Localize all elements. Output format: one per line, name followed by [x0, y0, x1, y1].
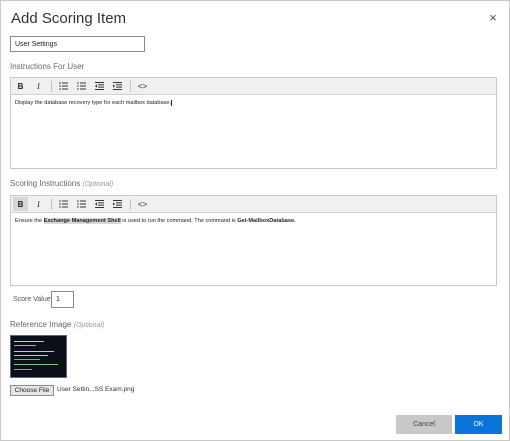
bold-button[interactable]: B — [13, 197, 28, 211]
scoring-instructions-label-text: Scoring Instructions — [10, 179, 81, 188]
thumbnail-line — [14, 351, 54, 352]
highlighted-term: Exchange Management Shell — [43, 218, 121, 224]
outdent-button[interactable] — [92, 197, 107, 211]
thumbnail-line — [14, 369, 32, 370]
indent-icon — [113, 82, 122, 90]
user-instructions-editor: B I <> Display the database recovery typ… — [10, 77, 497, 169]
indent-button[interactable] — [110, 197, 125, 211]
reference-image-thumbnail[interactable] — [10, 335, 67, 378]
thumbnail-line — [14, 359, 40, 360]
bulleted-list-button[interactable] — [56, 79, 71, 93]
user-instructions-text-area[interactable]: Display the database recovery type for e… — [11, 95, 496, 111]
scoring-instructions-toolbar: B I <> — [11, 196, 496, 213]
add-scoring-item-dialog: Add Scoring Item × Instructions For User… — [0, 0, 510, 441]
code-button[interactable]: <> — [135, 79, 150, 93]
toolbar-divider — [51, 80, 52, 92]
reference-image-label-text: Reference Image — [10, 320, 72, 329]
scoring-instructions-label: Scoring Instructions (Optional) — [10, 179, 113, 188]
indent-icon — [113, 200, 122, 208]
scoring-text-middle: is used to run the command. The command … — [120, 218, 238, 224]
close-icon[interactable]: × — [486, 11, 500, 25]
outdent-icon — [95, 200, 104, 208]
score-value-label: Score Value — [13, 296, 51, 303]
bulleted-list-icon — [59, 82, 68, 90]
numbered-list-icon — [77, 82, 86, 90]
choose-file-button[interactable]: Choose File — [10, 385, 54, 396]
reference-image-label: Reference Image (Optional) — [10, 320, 104, 329]
thumbnail-line — [14, 341, 44, 342]
numbered-list-icon — [77, 200, 86, 208]
code-button[interactable]: <> — [135, 197, 150, 211]
scoring-instructions-text-area[interactable]: Ensure the Exchange Management Shell is … — [11, 213, 496, 229]
user-instructions-label-text: Instructions For User — [10, 62, 85, 71]
text-caret — [171, 99, 173, 106]
indent-button[interactable] — [110, 79, 125, 93]
optional-tag: (Optional) — [73, 322, 105, 329]
bold-button[interactable]: B — [13, 79, 28, 93]
selected-file-name: User Settin...SS Exam.png — [57, 386, 135, 393]
outdent-icon — [95, 82, 104, 90]
scoring-instructions-editor: B I <> Ensure the Exchange Management Sh… — [10, 195, 497, 286]
user-instructions-text: Display the database recovery type for e… — [15, 100, 172, 106]
italic-button[interactable]: I — [31, 79, 46, 93]
numbered-list-button[interactable] — [74, 197, 89, 211]
optional-tag: (Optional) — [82, 181, 114, 188]
command-text: Get-MailboxDatabase. — [237, 218, 296, 224]
item-name-input[interactable] — [10, 36, 145, 52]
numbered-list-button[interactable] — [74, 79, 89, 93]
dialog-title: Add Scoring Item — [11, 10, 127, 27]
italic-button[interactable]: I — [31, 197, 46, 211]
toolbar-divider — [51, 198, 52, 210]
user-instructions-label: Instructions For User — [10, 62, 84, 71]
thumbnail-line — [14, 364, 58, 365]
ok-button[interactable]: OK — [455, 415, 502, 434]
thumbnail-line — [14, 345, 36, 346]
toolbar-divider — [130, 198, 131, 210]
toolbar-divider — [130, 80, 131, 92]
user-instructions-toolbar: B I <> — [11, 78, 496, 95]
cancel-button[interactable]: Cancel — [396, 415, 452, 434]
score-value-input[interactable] — [51, 291, 74, 308]
scoring-text-before: Ensure the — [15, 218, 44, 224]
thumbnail-line — [14, 355, 48, 356]
bulleted-list-icon — [59, 200, 68, 208]
outdent-button[interactable] — [92, 79, 107, 93]
bulleted-list-button[interactable] — [56, 197, 71, 211]
